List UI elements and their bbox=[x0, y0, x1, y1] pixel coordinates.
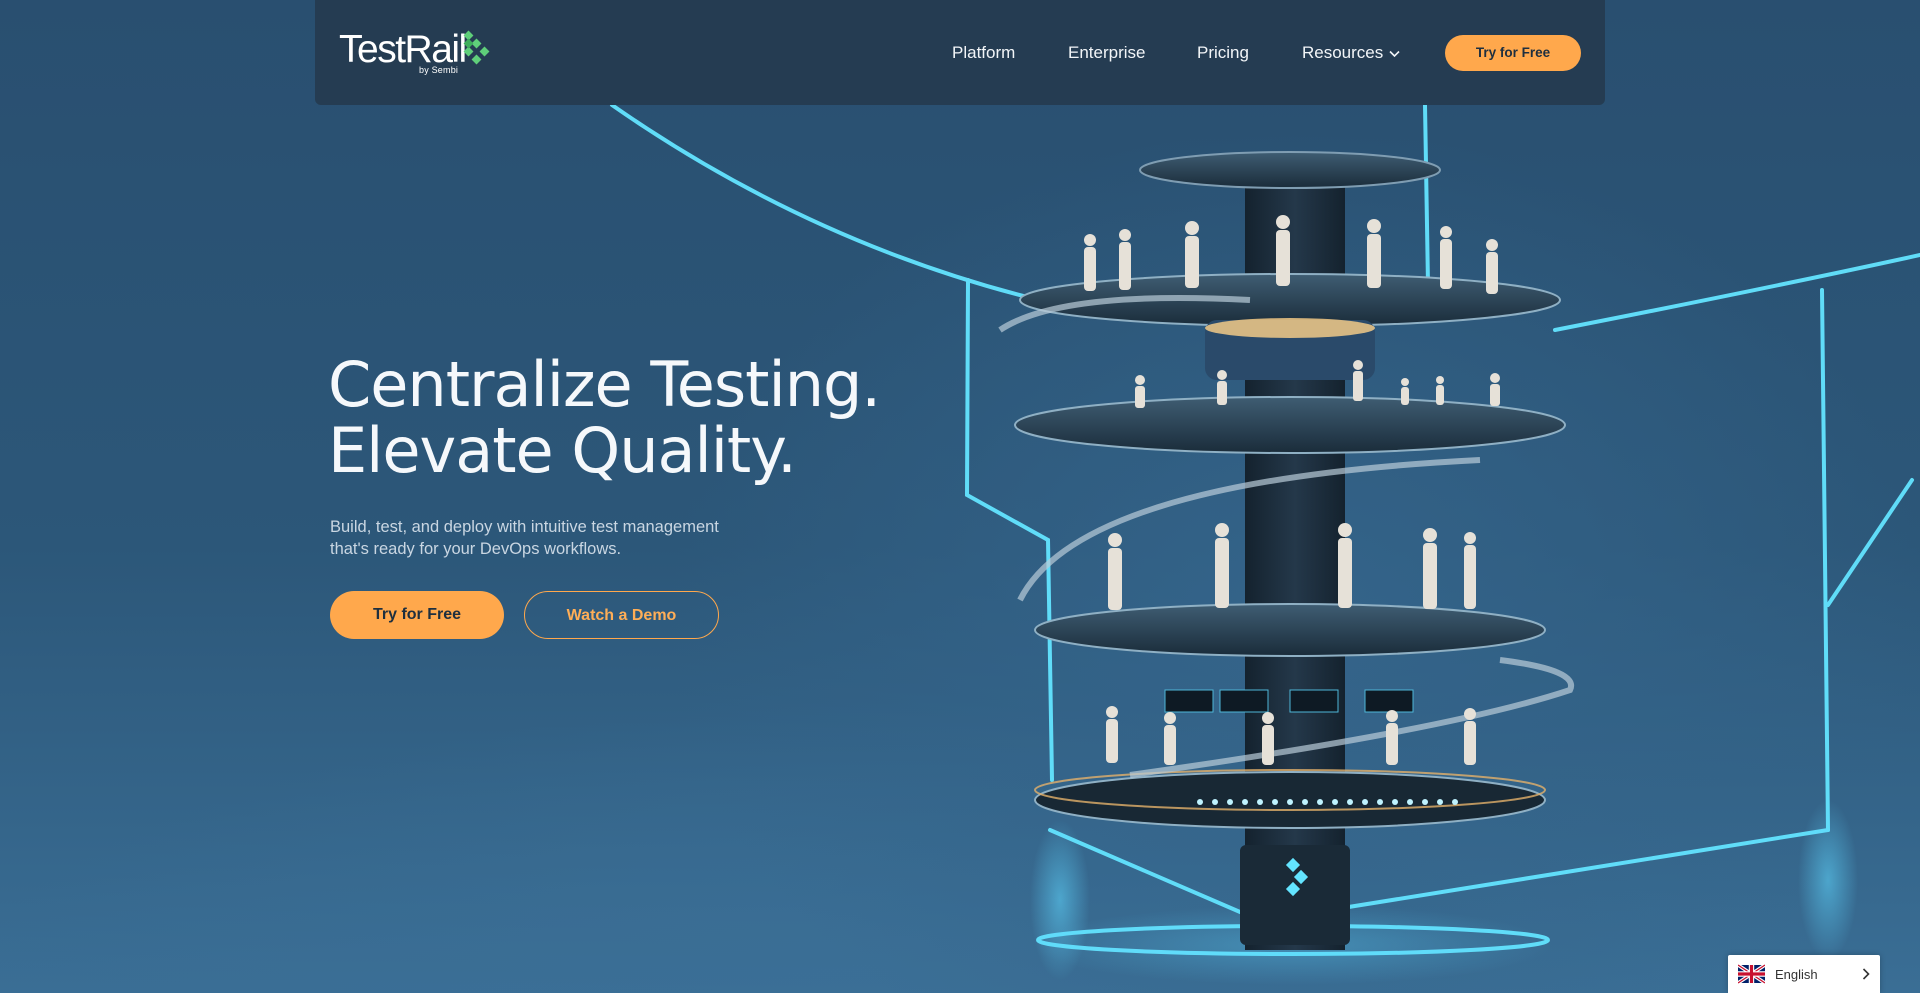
nav-pricing-link[interactable]: Pricing bbox=[1197, 41, 1249, 65]
hero-title: Centralize Testing. Elevate Quality. bbox=[328, 352, 948, 484]
hero-subtitle-line-2: that's ready for your DevOps workflows. bbox=[330, 540, 622, 558]
hero-subtitle: Build, test, and deploy with intuitive t… bbox=[330, 516, 750, 560]
hero-watch-demo-button[interactable]: Watch a Demo bbox=[524, 591, 719, 639]
nav-try-for-free-button[interactable]: Try for Free bbox=[1445, 35, 1581, 71]
nav-resources-dropdown[interactable]: Resources bbox=[1302, 41, 1400, 65]
language-selector[interactable]: English bbox=[1728, 955, 1880, 993]
hero-subtitle-line-1: Build, test, and deploy with intuitive t… bbox=[330, 518, 719, 536]
nav-enterprise-link[interactable]: Enterprise bbox=[1068, 41, 1145, 65]
nav-links: Platform Enterprise Pricing Resources bbox=[315, 0, 1605, 105]
hero-title-line-1: Centralize Testing. bbox=[328, 348, 881, 421]
hero-title-line-2: Elevate Quality. bbox=[328, 414, 797, 487]
hero-illustration bbox=[610, 103, 1920, 985]
top-navbar: TestRail by Sembi Platform Enterprise Pr… bbox=[315, 0, 1605, 105]
nav-platform-link[interactable]: Platform bbox=[952, 41, 1015, 65]
hero-try-for-free-button[interactable]: Try for Free bbox=[330, 591, 504, 639]
chevron-down-icon bbox=[1389, 50, 1400, 57]
nav-resources-label: Resources bbox=[1302, 43, 1384, 62]
chevron-right-icon bbox=[1862, 968, 1870, 980]
uk-flag-icon bbox=[1738, 964, 1765, 984]
language-label: English bbox=[1775, 966, 1818, 982]
